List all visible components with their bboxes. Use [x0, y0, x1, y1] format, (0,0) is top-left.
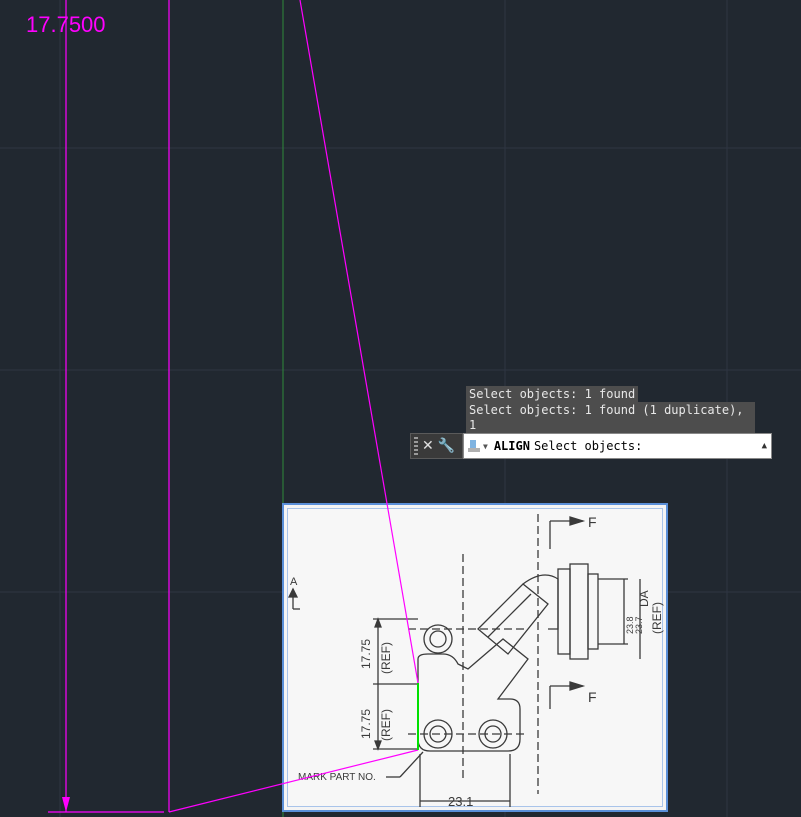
command-line-controls: ✕ 🔧 — [410, 433, 463, 459]
command-name: ALIGN — [493, 439, 530, 453]
close-icon[interactable]: ✕ — [422, 439, 434, 453]
dia-b-label: 23.7 — [634, 616, 644, 634]
command-prompt-icon[interactable] — [468, 440, 480, 452]
dim-top-label: 17.75 — [359, 639, 373, 669]
command-prompt-text: Select objects: — [533, 439, 643, 453]
width-dim-label: 23.1 — [448, 794, 473, 808]
mark-part-label: MARK PART NO. — [298, 772, 376, 783]
arrow-a-label: A — [290, 576, 298, 588]
raster-image-content: A F F 17.75 (REF) 17.75 (REF) 23.8 23.7 … — [287, 508, 664, 809]
dimension-value-label: 17.7500 — [26, 12, 106, 37]
chevron-down-icon[interactable]: ▼ — [483, 442, 488, 451]
history-up-icon[interactable]: ▲ — [762, 441, 767, 451]
dim-top-ref-label: (REF) — [379, 642, 393, 674]
raster-image-selected[interactable]: A F F 17.75 (REF) 17.75 (REF) 23.8 23.7 … — [282, 503, 668, 812]
drag-handle-icon[interactable] — [414, 437, 418, 455]
dim-bottom-ref-label: (REF) — [379, 709, 393, 741]
wrench-icon[interactable]: 🔧 — [438, 439, 455, 453]
dia-da-label: DA — [637, 590, 651, 607]
command-line-bar: ✕ 🔧 ▼ ALIGN Select objects: ▲ — [410, 433, 772, 459]
part-drawing: A F F 17.75 (REF) 17.75 (REF) 23.8 23.7 … — [287, 514, 664, 809]
command-history-line-1: Select objects: 1 found — [466, 386, 639, 402]
command-input[interactable]: ▼ ALIGN Select objects: ▲ — [463, 433, 772, 459]
dia-ref-label: (REF) — [650, 602, 664, 634]
dim-bottom-label: 17.75 — [359, 709, 373, 739]
arrow-f-bottom-label: F — [588, 689, 597, 705]
arrow-f-top-label: F — [588, 514, 597, 530]
